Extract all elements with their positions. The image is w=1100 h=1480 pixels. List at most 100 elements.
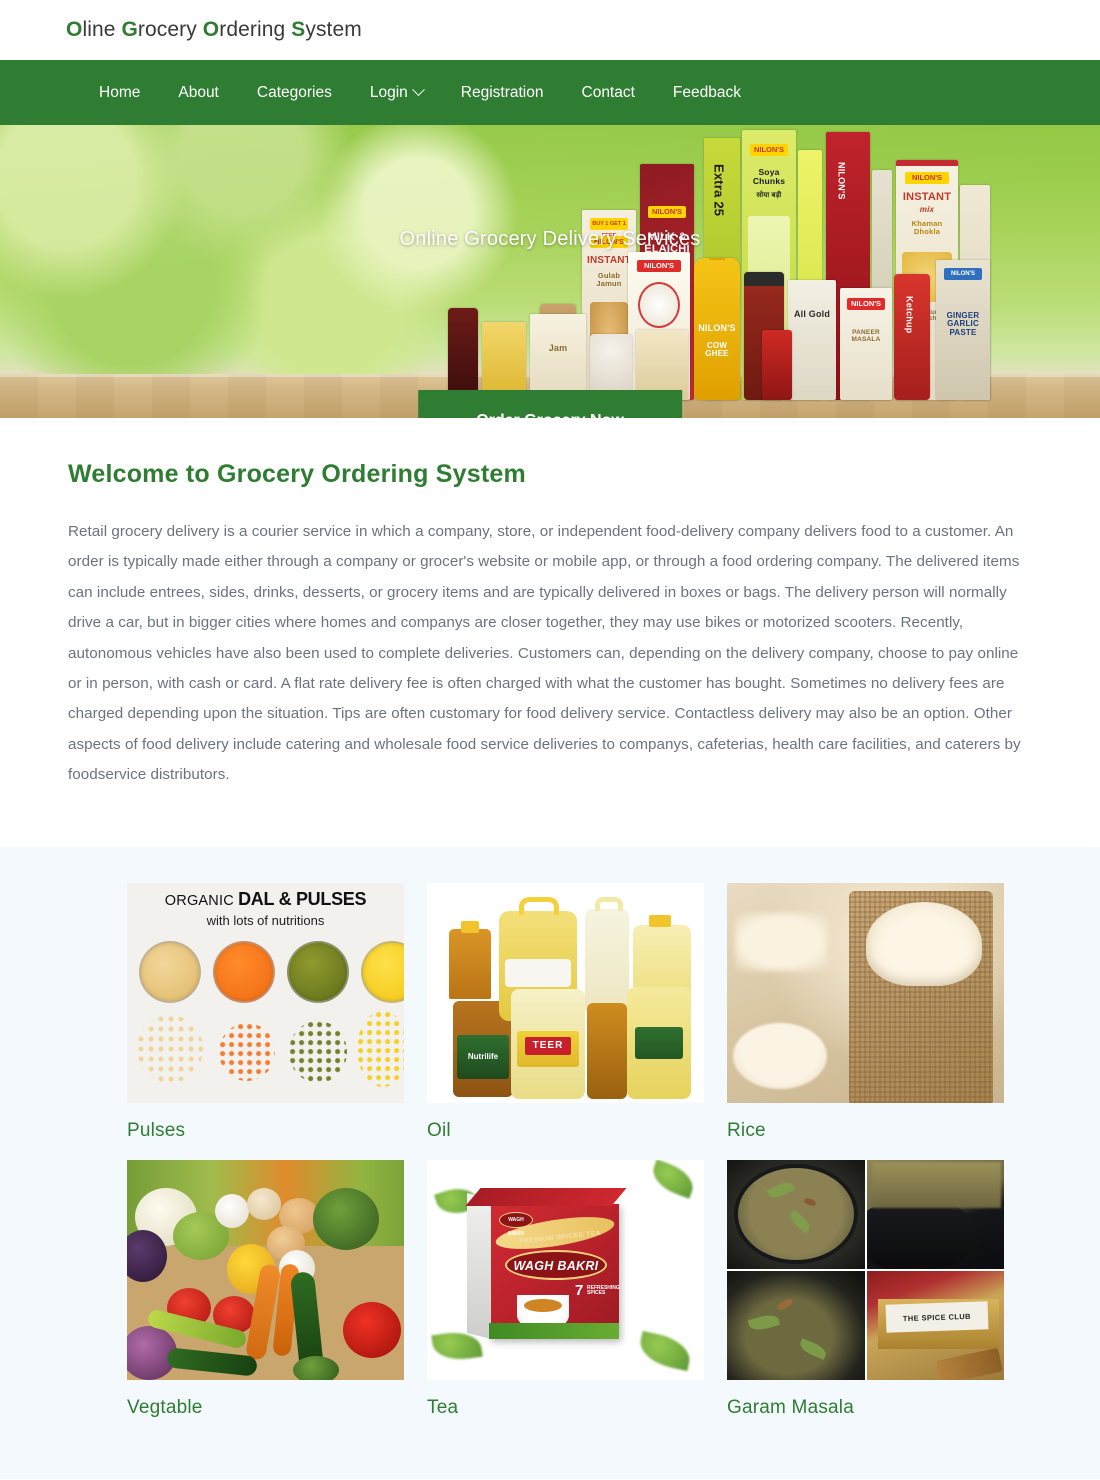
pulses-subline: with lots of nutritions — [206, 912, 325, 928]
nav-label-home: Home — [99, 83, 141, 101]
masala-cinnamon-2 — [775, 1297, 794, 1312]
tea-product-box: WAGH BAKRI PREMIUM SPICED TEA WAGH BAKRI… — [465, 1187, 627, 1339]
product-pack-all-gold: All Gold — [788, 280, 836, 400]
tea-brand-ellipse: WAGH BAKRI — [505, 1249, 607, 1280]
oil-jug-label — [505, 958, 571, 987]
category-label-oil: Oil — [427, 1119, 451, 1141]
rice-grain-pile — [865, 902, 982, 987]
product-pack-paneer-masala: NILON'S PANEER MASALA — [840, 288, 892, 400]
category-card-garam-masala[interactable]: THE SPICE CLUB Garam Masala — [727, 1142, 1027, 1419]
nav-item-registration[interactable]: Registration — [442, 76, 563, 110]
nav-label-registration: Registration — [460, 83, 544, 101]
masala-collage-cell-3 — [727, 1270, 865, 1380]
oil-bottle-small-top — [449, 928, 491, 999]
brand-text-ystem: ystem — [305, 18, 362, 41]
category-image-vegtable[interactable] — [127, 1159, 404, 1380]
tea-box-side-face — [467, 1192, 491, 1339]
nav-item-about[interactable]: About — [159, 76, 238, 110]
site-header: Oline Grocery Ordering System — [0, 0, 1100, 60]
tea-spices-count: 7 — [575, 1281, 584, 1299]
nav-label-contact: Contact — [581, 83, 635, 101]
nav-list: Home About Categories Login Registration… — [80, 76, 760, 110]
product-bottle-small-red — [762, 330, 792, 400]
hero-product-cluster: NILON'S MILK &ELAICHI TOASTED BREAD Extr… — [432, 125, 1072, 400]
category-card-oil[interactable]: Nutrilife TEER Oil — [427, 865, 727, 1142]
chevron-down-icon — [411, 83, 425, 97]
oil-cap-2 — [649, 914, 671, 927]
oil-jug-handle — [519, 896, 559, 915]
tea-box-green-strip — [489, 1322, 619, 1339]
category-card-pulses[interactable]: ORGANIC DAL & PULSES with lots of nutrit… — [127, 865, 427, 1142]
category-grid: ORGANIC DAL & PULSES with lots of nutrit… — [0, 865, 1100, 1419]
masala-collage-cell-4: THE SPICE CLUB — [866, 1270, 1004, 1380]
tea-logo-badge: WAGH BAKRI — [499, 1211, 533, 1237]
welcome-heading: Welcome to Grocery Ordering System — [68, 460, 526, 488]
veg-red-pepper — [343, 1301, 401, 1358]
brand-text-rocery: rocery — [137, 18, 203, 41]
veg-onion-beige — [247, 1187, 281, 1220]
nav-label-categories: Categories — [256, 83, 332, 101]
oil-bottle-amber — [587, 1002, 627, 1099]
tea-box-top-face — [465, 1187, 627, 1206]
oil-bottle-right-bottom — [627, 986, 691, 1099]
category-image-tea[interactable]: WAGH BAKRI PREMIUM SPICED TEA WAGH BAKRI… — [427, 1159, 704, 1380]
pulses-bowl-3 — [287, 940, 349, 1003]
brand-letter-o1: O — [66, 18, 83, 41]
nav-item-login[interactable]: Login — [351, 76, 442, 110]
category-image-oil[interactable]: Nutrilife TEER — [427, 882, 704, 1103]
nav-label-login: Login — [369, 83, 408, 101]
welcome-paragraph: Retail grocery delivery is a courier ser… — [68, 523, 1021, 784]
site-brand-title: Oline Grocery Ordering System — [66, 18, 362, 42]
rice-blur-grains — [735, 913, 827, 971]
oil-handle-2 — [595, 896, 623, 911]
masala-bay-leaf-3 — [747, 1312, 781, 1334]
nav-label-about: About — [178, 83, 219, 101]
brand-text-line: line — [82, 18, 122, 41]
category-card-vegtable[interactable]: Vegtable — [127, 1142, 427, 1419]
tea-leaf-4 — [636, 1330, 694, 1371]
category-image-garam-masala[interactable]: THE SPICE CLUB — [727, 1159, 1004, 1380]
veg-parsley — [293, 1355, 339, 1380]
pulses-scatter-4 — [357, 1010, 404, 1087]
product-bottle-ketchup: Ketchup — [894, 274, 930, 400]
brand-text-rdering: rdering — [219, 18, 292, 41]
masala-collage-cell-1 — [727, 1159, 865, 1269]
product-pack-small-yellow — [482, 322, 526, 400]
pulses-scatter-3 — [289, 1020, 347, 1083]
masala-bay-leaf-4 — [797, 1337, 828, 1360]
oil-cap-1 — [461, 920, 479, 933]
category-image-rice[interactable] — [727, 882, 1004, 1103]
category-label-garam-masala: Garam Masala — [727, 1396, 854, 1418]
product-bottle-cow-ghee: NILON'S COW GHEE — [694, 258, 740, 400]
order-grocery-now-button[interactable]: Order Grocery Now — [418, 390, 682, 418]
veg-cucumber-2 — [166, 1347, 258, 1377]
nav-label-feedback: Feedback — [672, 83, 741, 101]
hero-caption: Online Grocery Delivery Services — [399, 228, 701, 250]
brand-letter-o2: O — [202, 18, 220, 41]
oil-bottle-pale — [585, 908, 629, 1015]
pulses-scatter-1 — [137, 1014, 203, 1083]
masala-collage-cell-2 — [866, 1159, 1004, 1269]
hero-banner: NILON'S MILK &ELAICHI TOASTED BREAD Extr… — [0, 125, 1100, 418]
tea-refreshing-spices-label: REFRESHING SPICES — [587, 1284, 620, 1297]
category-image-pulses[interactable]: ORGANIC DAL & PULSES with lots of nutrit… — [127, 882, 404, 1103]
product-pack-jam: Jam — [530, 314, 586, 400]
rice-bowl — [732, 1023, 827, 1090]
welcome-section: Welcome to Grocery Ordering System Retai… — [0, 418, 1100, 847]
veg-broccoli — [313, 1187, 379, 1250]
categories-section: ORGANIC DAL & PULSES with lots of nutrit… — [0, 846, 1100, 1479]
nav-item-contact[interactable]: Contact — [563, 76, 654, 110]
nav-item-feedback[interactable]: Feedback — [654, 76, 760, 110]
pulses-scatter-2 — [219, 1022, 275, 1081]
category-label-pulses: Pulses — [127, 1119, 186, 1141]
category-label-tea: Tea — [427, 1396, 459, 1418]
brand-letter-s: S — [291, 18, 306, 41]
category-card-tea[interactable]: WAGH BAKRI PREMIUM SPICED TEA WAGH BAKRI… — [427, 1142, 727, 1419]
nav-item-home[interactable]: Home — [80, 76, 159, 110]
nav-item-categories[interactable]: Categories — [238, 76, 351, 110]
category-label-vegtable: Vegtable — [127, 1396, 203, 1418]
masala-spice-club-label: THE SPICE CLUB — [885, 1301, 988, 1334]
category-card-rice[interactable]: Rice — [727, 865, 1027, 1142]
pulses-bowl-4 — [361, 940, 404, 1003]
main-navigation: Home About Categories Login Registration… — [0, 60, 1100, 125]
